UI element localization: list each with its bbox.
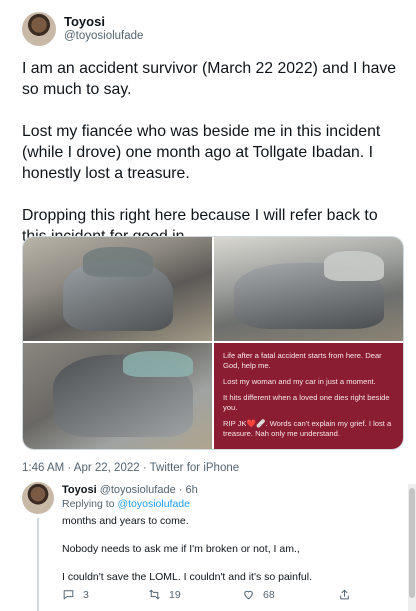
like-icon [244, 590, 253, 600]
replying-prefix: Replying to [62, 498, 115, 510]
reply-handle-time[interactable]: @toyosiolufade · 6h [100, 484, 198, 496]
thread-line [37, 518, 39, 611]
tweet-text: I am an accident survivor (March 22 2022… [22, 58, 404, 247]
author-handle[interactable]: @toyosiolufade [64, 30, 143, 42]
tweet-paragraph: I am an accident survivor (March 22 2022… [22, 60, 397, 98]
retweet-icon [149, 589, 160, 600]
reply-avatar[interactable] [22, 482, 54, 514]
like-action[interactable]: 68 [242, 588, 275, 601]
retweet-action[interactable]: 19 [148, 588, 181, 601]
share-action[interactable] [338, 588, 351, 601]
share-icon [340, 589, 349, 600]
text-image-card[interactable]: Life after a fatal accident starts from … [214, 343, 403, 449]
retweet-count: 19 [169, 588, 181, 601]
scrollbar[interactable] [408, 484, 416, 611]
accident-photo-2[interactable] [214, 237, 403, 341]
like-count: 68 [263, 588, 275, 601]
reply-count: 3 [83, 588, 89, 601]
tweet-timestamp[interactable]: 1:46 AM · Apr 22, 2022 · Twitter for iPh… [22, 462, 239, 474]
reply-header: Toyosi @toyosiolufade · 6h [62, 484, 198, 496]
tweet-paragraph: Lost my fiancée who was beside me in thi… [22, 123, 381, 182]
reply-action[interactable]: 3 [62, 588, 89, 601]
accident-photo-1[interactable] [23, 237, 212, 341]
replying-to-link[interactable]: @toyosiolufade [117, 498, 190, 510]
reply-line: months and years to come. [62, 515, 189, 527]
replying-to: Replying to @toyosiolufade [62, 498, 190, 510]
card-line: RIP JK❤️🩹. Words can't explain my grief.… [223, 419, 392, 438]
reply-icon [63, 590, 74, 600]
reply-actions: 3 19 68 [62, 588, 382, 604]
card-line: Lost my woman and my car in just a momen… [223, 377, 376, 386]
author-name[interactable]: Toyosi [64, 14, 105, 29]
reply-tweet: Toyosi @toyosiolufade · 6h Replying to @… [22, 480, 404, 611]
reply-line: Nobody needs to ask me if I'm broken or … [62, 543, 300, 555]
tweet-header: Toyosi @toyosiolufade [22, 12, 402, 48]
reply-line: I couldn't save the LOML. I couldn't and… [62, 571, 312, 583]
avatar[interactable] [22, 12, 56, 46]
scrollbar-thumb[interactable] [409, 488, 415, 598]
accident-photo-3[interactable] [23, 343, 212, 449]
card-line: Life after a fatal accident starts from … [223, 351, 382, 370]
media-grid: Life after a fatal accident starts from … [22, 236, 404, 450]
reply-text: months and years to come. Nobody needs t… [62, 514, 392, 598]
card-line: It hits different when a loved one dies … [223, 393, 390, 412]
reply-author-name[interactable]: Toyosi [62, 484, 97, 496]
